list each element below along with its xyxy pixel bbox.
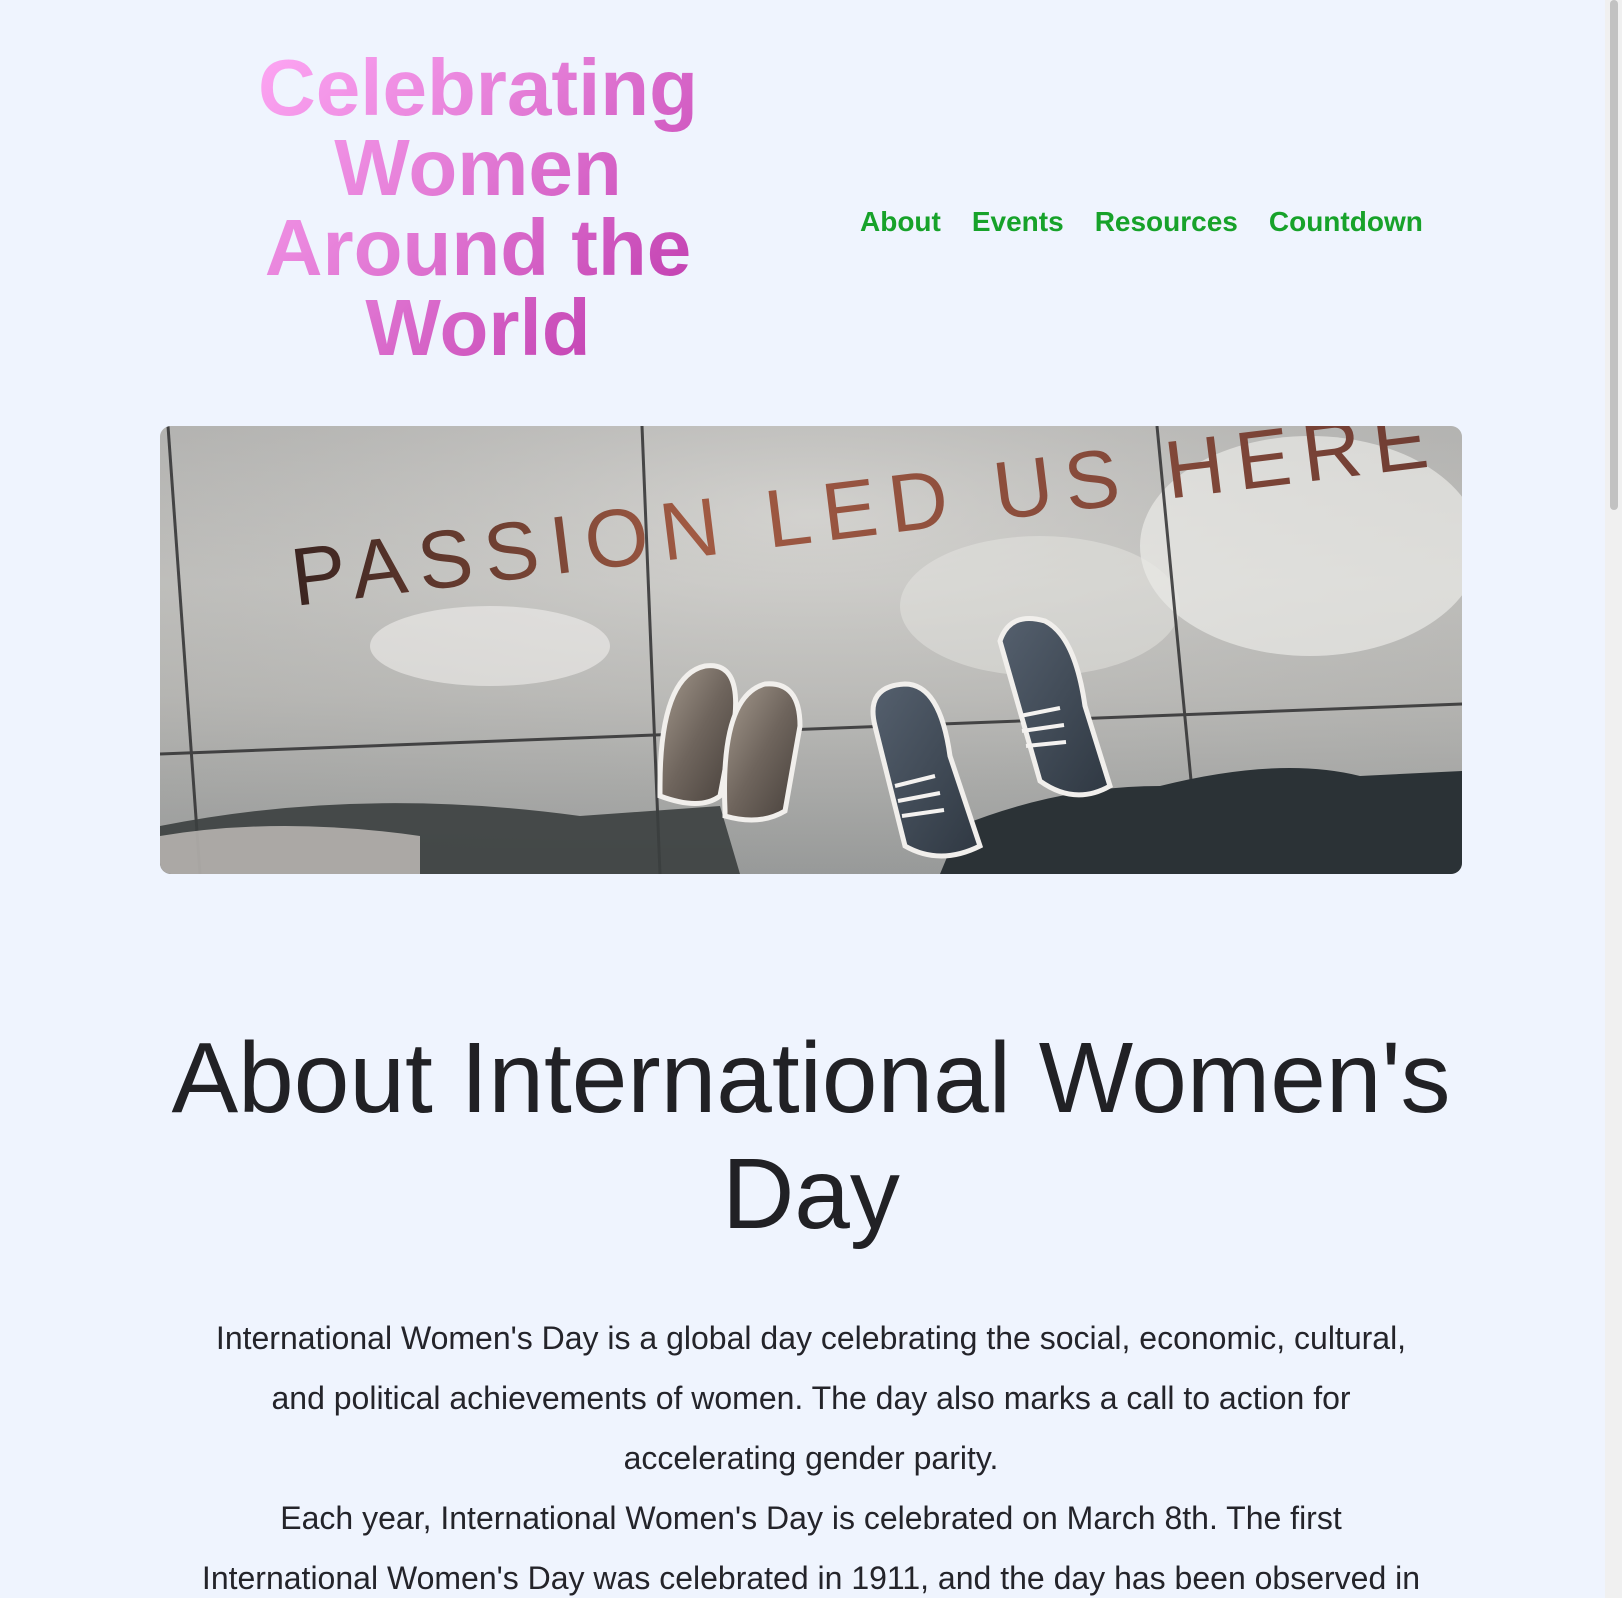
nav-item-about: About (860, 204, 941, 240)
about-paragraph-2: Each year, International Women's Day is … (201, 1500, 1421, 1596)
nav-link-resources[interactable]: Resources (1095, 206, 1238, 237)
scrollbar-thumb[interactable] (1610, 0, 1618, 510)
metallic-shoes (657, 663, 803, 823)
nav-item-countdown: Countdown (1269, 204, 1423, 240)
about-heading: About International Women's Day (171, 1022, 1451, 1250)
nav-link-countdown[interactable]: Countdown (1269, 206, 1423, 237)
page: Celebrating Women Around the World About… (0, 0, 1605, 1598)
vertical-scrollbar[interactable] (1605, 0, 1622, 1598)
nav-item-events: Events (972, 204, 1064, 240)
nav-link-about[interactable]: About (860, 206, 941, 237)
hero-image: PASSION LED US HERE (160, 426, 1462, 874)
about-section: About International Women's Day Internat… (160, 1020, 1462, 1598)
nav-item-resources: Resources (1095, 204, 1238, 240)
site-header: Celebrating Women Around the World About… (0, 0, 1605, 400)
site-title: Celebrating Women Around the World (238, 48, 718, 368)
main-nav: About Events Resources Countdown (860, 204, 1423, 240)
hero-photo-illustration: PASSION LED US HERE (160, 426, 1462, 874)
nav-link-events[interactable]: Events (972, 206, 1064, 237)
about-paragraph-1: International Women's Day is a global da… (215, 1320, 1407, 1476)
